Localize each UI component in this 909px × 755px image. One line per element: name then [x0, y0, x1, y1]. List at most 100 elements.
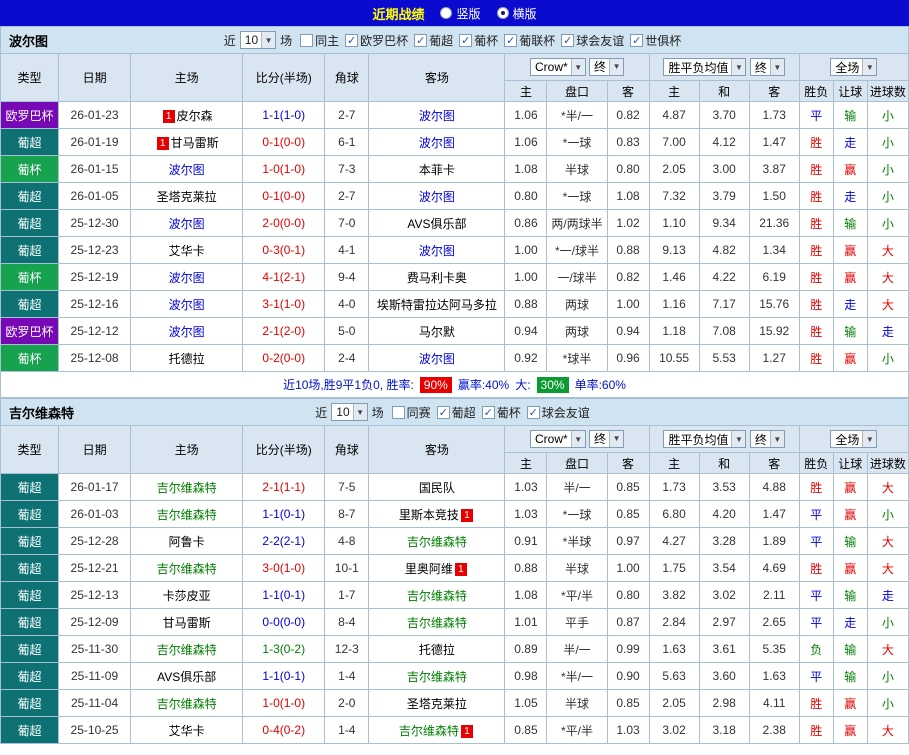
col-odds-away: 客	[606, 80, 650, 102]
cell-handicap: 半/一	[546, 635, 608, 663]
cell-competition: 葡杯	[0, 344, 60, 372]
cell-away-team[interactable]: 波尔图	[368, 128, 506, 156]
cell-home-team[interactable]: 艾华卡	[130, 236, 244, 264]
col-handicap-result: 让球	[832, 452, 868, 474]
cell-away-team[interactable]: 埃斯特雷拉达阿马多拉	[368, 290, 506, 318]
filter-checkbox[interactable]: ✓	[561, 33, 575, 47]
odds-final-select[interactable]: 终 ▼	[589, 429, 625, 448]
cell-home-team[interactable]: 吉尔维森特	[130, 500, 244, 528]
games-count-select[interactable]: 10 ▼	[239, 31, 277, 49]
scope-select-value: 全场	[835, 60, 860, 75]
cell-away-team[interactable]: 吉尔维森特	[368, 581, 506, 609]
cell-away-team[interactable]: 波尔图	[368, 236, 506, 264]
filter-label: 葡杯	[474, 33, 499, 48]
match-row: 葡超 25-12-30 波尔图 2-0(0-0) 7-0 AVS俱乐部 0.86 两/两球半 1…	[0, 209, 909, 237]
cell-away-team[interactable]: 吉尔维森特 1	[368, 716, 506, 744]
avg-select[interactable]: 胜平负均值 ▼	[663, 58, 747, 76]
bookmaker-select[interactable]: Crow* ▼	[530, 430, 586, 449]
filter-checkbox[interactable]: ✓	[481, 405, 495, 419]
filter-checkbox[interactable]: ✓	[504, 33, 518, 47]
cell-away-team[interactable]: 国民队	[368, 473, 506, 501]
cell-avg-away: 4.11	[748, 689, 800, 717]
cell-handicap-result: 输	[832, 101, 868, 129]
cell-home-team[interactable]: 吉尔维森特	[130, 635, 244, 663]
cell-home-team[interactable]: AVS俱乐部	[130, 662, 244, 690]
cell-home-team[interactable]: 1 皮尔森	[130, 101, 244, 129]
cell-result: 胜	[798, 155, 834, 183]
cell-home-team[interactable]: 波尔图	[130, 290, 244, 318]
cell-corners: 7-3	[324, 155, 370, 183]
cell-away-team[interactable]: 托德拉	[368, 635, 506, 663]
filter-checkbox[interactable]: ✓	[459, 33, 473, 47]
odds-final-select[interactable]: 终 ▼	[589, 57, 625, 76]
scope-select[interactable]: 全场 ▼	[830, 430, 878, 448]
cell-home-team[interactable]: 波尔图	[130, 155, 244, 183]
layout-radio-vertical[interactable]: 竖版	[440, 5, 481, 22]
filter-checkbox[interactable]	[300, 33, 314, 47]
cell-home-team[interactable]: 波尔图	[130, 317, 244, 345]
cell-away-team[interactable]: 波尔图	[368, 101, 506, 129]
cell-home-team[interactable]: 吉尔维森特	[130, 689, 244, 717]
filter-checkbox[interactable]: ✓	[345, 33, 359, 47]
cell-avg-home: 1.46	[648, 263, 700, 291]
cell-avg-away: 1.47	[748, 128, 800, 156]
cell-avg-draw: 3.79	[698, 182, 750, 210]
cell-result: 胜	[798, 317, 834, 345]
team-label: 国民队	[418, 480, 455, 495]
filter-checkbox[interactable]: ✓	[414, 33, 428, 47]
radio-label: 竖版	[456, 6, 481, 21]
cell-result: 平	[798, 581, 834, 609]
games-count-select[interactable]: 10 ▼	[331, 403, 368, 421]
bookmaker-select[interactable]: Crow* ▼	[530, 58, 586, 77]
cell-away-team[interactable]: 里奥阿维 1	[368, 554, 506, 582]
cell-home-team[interactable]: 吉尔维森特	[130, 473, 244, 501]
cell-home-team[interactable]: 波尔图	[130, 263, 244, 291]
cell-away-team[interactable]: 马尔默	[368, 317, 506, 345]
cell-away-team[interactable]: 圣塔克莱拉	[368, 689, 506, 717]
avg-final-select[interactable]: 终 ▼	[749, 58, 785, 76]
cell-away-team[interactable]: 吉尔维森特	[368, 527, 506, 555]
cell-handicap-result: 输	[832, 635, 868, 663]
cell-home-team[interactable]: 波尔图	[130, 209, 244, 237]
cell-away-team[interactable]: 吉尔维森特	[368, 662, 506, 690]
cell-home-team[interactable]: 甘马雷斯	[130, 608, 244, 636]
cell-away-team[interactable]: AVS俱乐部	[368, 209, 506, 237]
filter-checkbox[interactable]	[391, 405, 405, 419]
avg-select[interactable]: 胜平负均值 ▼	[663, 430, 747, 448]
cell-home-team[interactable]: 吉尔维森特	[130, 554, 244, 582]
team-label: 吉尔维森特	[156, 507, 217, 522]
scope-select[interactable]: 全场 ▼	[830, 58, 878, 76]
cell-home-team[interactable]: 托德拉	[130, 344, 244, 372]
radio-selected-icon	[496, 7, 509, 19]
cell-home-team[interactable]: 圣塔克莱拉	[130, 182, 244, 210]
cell-away-team[interactable]: 波尔图	[368, 182, 506, 210]
cell-handicap: *一球	[546, 182, 608, 210]
filter-checkbox[interactable]: ✓	[526, 405, 540, 419]
cell-date: 26-01-03	[58, 500, 132, 528]
cell-goals: 小	[866, 344, 909, 372]
cell-home-team[interactable]: 卡莎皮亚	[130, 581, 244, 609]
cell-away-team[interactable]: 本菲卡	[368, 155, 506, 183]
avg-final-select[interactable]: 终 ▼	[749, 430, 785, 448]
cell-odds-away: 0.85	[606, 473, 650, 501]
cell-away-team[interactable]: 吉尔维森特	[368, 608, 506, 636]
cell-home-team[interactable]: 阿鲁卡	[130, 527, 244, 555]
cell-home-team[interactable]: 艾华卡	[130, 716, 244, 744]
cell-date: 25-12-28	[58, 527, 132, 555]
rank-badge: 1	[460, 724, 473, 738]
col-avg-draw: 和	[698, 452, 750, 474]
cell-avg-draw: 4.20	[698, 500, 750, 528]
cell-corners: 1-4	[324, 716, 370, 744]
filter-checkbox[interactable]: ✓	[436, 405, 450, 419]
summary-text: 大:	[515, 378, 531, 392]
cell-away-team[interactable]: 波尔图	[368, 344, 506, 372]
layout-radio-horizontal[interactable]: 横版	[496, 5, 537, 22]
filter-checkbox[interactable]: ✓	[630, 33, 644, 47]
cell-avg-home: 7.32	[648, 182, 700, 210]
cell-avg-home: 2.05	[648, 155, 700, 183]
cell-corners: 8-4	[324, 608, 370, 636]
odds-final-value: 终	[594, 60, 607, 75]
cell-away-team[interactable]: 费马利卡奥	[368, 263, 506, 291]
cell-home-team[interactable]: 1 甘马雷斯	[130, 128, 244, 156]
cell-away-team[interactable]: 里斯本竞技 1	[368, 500, 506, 528]
